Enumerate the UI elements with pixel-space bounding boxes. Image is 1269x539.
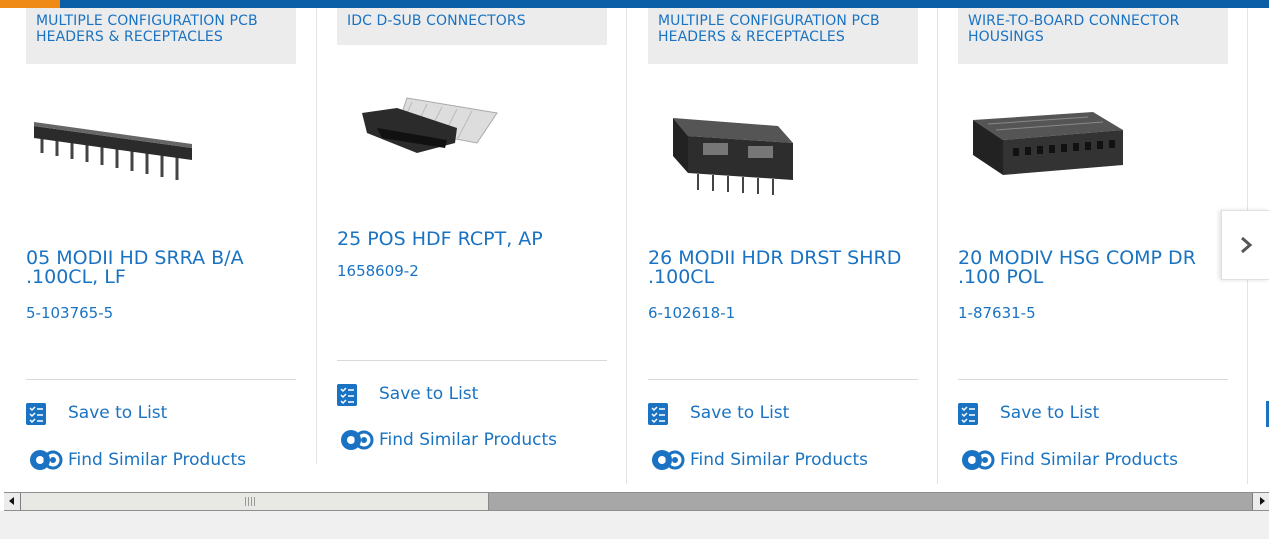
part-number[interactable]: 1658609-2	[337, 262, 419, 280]
gears-icon	[652, 450, 685, 470]
save-to-list-button[interactable]: Save to List	[648, 401, 848, 427]
checklist-icon	[958, 403, 978, 425]
gears-icon	[341, 430, 374, 450]
find-similar-button[interactable]: Find Similar Products	[337, 428, 577, 454]
product-card: IDC D-SUB CONNECTORS 25 POS HDF RCPT, AP…	[337, 8, 617, 484]
product-image[interactable]	[357, 88, 507, 168]
top-accent-highlight	[0, 0, 60, 8]
scroll-right-icon[interactable]	[1252, 493, 1269, 510]
divider	[26, 379, 296, 380]
scrollbar-grip	[245, 497, 255, 506]
find-similar-button[interactable]: Find Similar Products	[26, 448, 266, 474]
horizontal-scrollbar[interactable]	[4, 492, 1269, 511]
divider	[648, 379, 918, 380]
save-to-list-button[interactable]: Save to List	[26, 401, 226, 427]
product-image[interactable]	[668, 98, 798, 198]
save-to-list-label: Save to List	[1000, 403, 1100, 423]
find-similar-button[interactable]: Find Similar Products	[958, 448, 1198, 474]
find-similar-label: Find Similar Products	[68, 450, 246, 470]
part-number[interactable]: 1-87631-5	[958, 304, 1036, 322]
window-footer	[0, 511, 1269, 539]
card-divider	[316, 8, 317, 464]
find-similar-label: Find Similar Products	[379, 430, 557, 450]
divider	[337, 360, 607, 361]
product-card: MULTIPLE CONFIGURATION PCB HEADERS & REC…	[648, 8, 928, 484]
find-similar-label: Find Similar Products	[1000, 450, 1178, 470]
card-divider	[626, 8, 627, 484]
save-to-list-label: Save to List	[68, 403, 168, 423]
product-title[interactable]: 20 MODIV HSG COMP DR .100 POL	[958, 249, 1220, 287]
divider	[958, 379, 1228, 380]
gears-icon	[962, 450, 995, 470]
save-to-list-label: Save to List	[690, 403, 790, 423]
save-to-list-button[interactable]: Save to List	[958, 401, 1158, 427]
scroll-left-icon[interactable]	[4, 493, 21, 510]
find-similar-label: Find Similar Products	[690, 450, 868, 470]
category-label[interactable]: MULTIPLE CONFIGURATION PCB HEADERS & REC…	[26, 8, 296, 64]
product-title[interactable]: 26 MODII HDR DRST SHRD .100CL	[648, 249, 928, 287]
product-image[interactable]	[968, 100, 1128, 200]
product-title[interactable]: 05 MODII HD SRRA B/A .100CL, LF	[26, 249, 306, 287]
top-accent-bar	[0, 0, 1269, 8]
category-label[interactable]: IDC D-SUB CONNECTORS	[337, 8, 607, 45]
chevron-right-icon	[1240, 236, 1252, 254]
part-number[interactable]: 5-103765-5	[26, 304, 113, 322]
product-card: MULTIPLE CONFIGURATION PCB HEADERS & REC…	[26, 8, 306, 484]
checklist-icon	[26, 403, 46, 425]
category-label[interactable]: WIRE-TO-BOARD CONNECTOR HOUSINGS	[958, 8, 1228, 64]
category-label[interactable]: MULTIPLE CONFIGURATION PCB HEADERS & REC…	[648, 8, 918, 64]
card-divider	[937, 8, 938, 484]
find-similar-button[interactable]: Find Similar Products	[648, 448, 888, 474]
checklist-icon	[648, 403, 668, 425]
save-to-list-label: Save to List	[379, 384, 479, 404]
product-title[interactable]: 25 POS HDF RCPT, AP	[337, 230, 617, 249]
part-number[interactable]: 6-102618-1	[648, 304, 735, 322]
scrollbar-thumb[interactable]	[21, 493, 489, 510]
product-card: WIRE-TO-BOARD CONNECTOR HOUSINGS 20 MODI…	[958, 8, 1228, 484]
product-image[interactable]	[32, 108, 202, 188]
carousel-next-button[interactable]	[1221, 210, 1269, 280]
checklist-icon	[337, 384, 357, 406]
gears-icon	[30, 450, 63, 470]
save-to-list-button[interactable]: Save to List	[337, 382, 537, 408]
